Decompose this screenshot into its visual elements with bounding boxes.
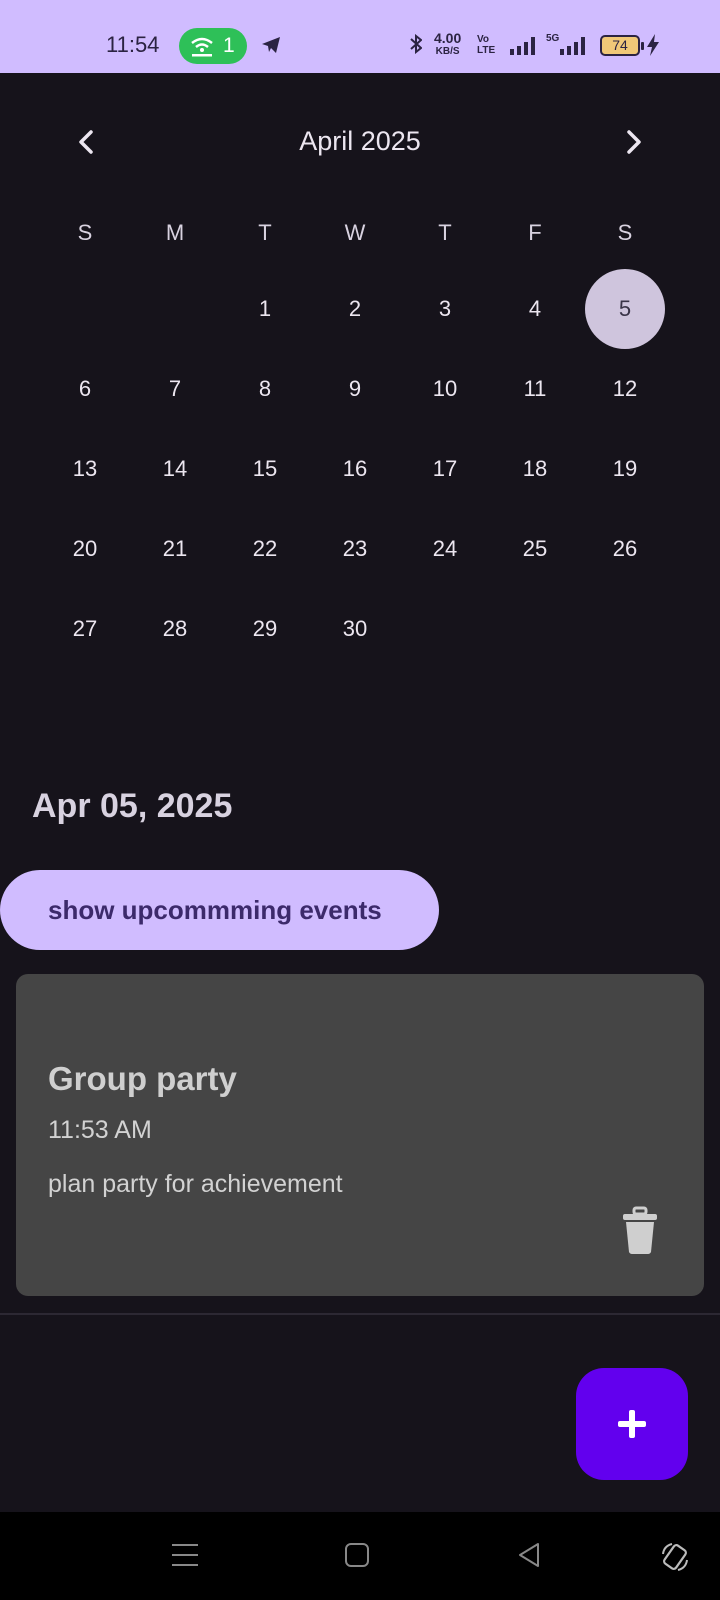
volte-indicator: Vo LTE	[477, 34, 495, 56]
plus-icon	[618, 1410, 646, 1438]
add-event-button[interactable]	[576, 1368, 688, 1480]
network-speed-value: 4.00	[434, 30, 462, 46]
day-cell[interactable]: 23	[315, 509, 395, 589]
weekday-label: T	[258, 220, 272, 245]
weekday-label: F	[528, 220, 542, 245]
day-cell[interactable]: 19	[585, 429, 665, 509]
day-cell[interactable]: 2	[315, 269, 395, 349]
day-cell[interactable]: 24	[405, 509, 485, 589]
day-cell[interactable]: 28	[135, 589, 215, 669]
home-icon[interactable]	[344, 1542, 370, 1568]
hotspot-count: 1	[223, 34, 235, 57]
day-cell[interactable]: 17	[405, 429, 485, 509]
day-cell[interactable]: 20	[45, 509, 125, 589]
hotspot-icon	[191, 37, 213, 57]
day-cell[interactable]: 7	[135, 349, 215, 429]
network-type: 5G	[546, 33, 560, 44]
event-title: Group party	[48, 1060, 237, 1097]
day-cell[interactable]: 21	[135, 509, 215, 589]
back-icon[interactable]	[516, 1542, 542, 1568]
day-cell[interactable]: 4	[495, 269, 575, 349]
menu-icon[interactable]	[172, 1542, 198, 1568]
day-cell[interactable]: 12	[585, 349, 665, 429]
day-cell[interactable]: 13	[45, 429, 125, 509]
day-cell[interactable]: 8	[225, 349, 305, 429]
day-cell[interactable]: 11	[495, 349, 575, 429]
day-cell-selected[interactable]: 5	[585, 269, 665, 349]
weekday-label: S	[77, 220, 93, 245]
event-time: 11:53 AM	[48, 1116, 152, 1144]
day-cell[interactable]: 16	[315, 429, 395, 509]
day-cell[interactable]: 9	[315, 349, 395, 429]
day-cell[interactable]: 29	[225, 589, 305, 669]
day-cell[interactable]: 1	[225, 269, 305, 349]
hotspot-pill: 1	[179, 28, 247, 64]
day-cell[interactable]: 18	[495, 429, 575, 509]
system-nav-bar	[0, 1512, 720, 1600]
day-cell[interactable]: 14	[135, 429, 215, 509]
battery-indicator: 74	[600, 35, 644, 56]
next-month-button[interactable]	[614, 122, 654, 162]
show-upcoming-events-button[interactable]: show upcommming events	[0, 870, 439, 950]
event-card[interactable]: Group party 11:53 AM plan party for achi…	[16, 974, 704, 1296]
charging-icon	[647, 34, 659, 56]
weekday-label: T	[438, 220, 452, 245]
event-description: plan party for achievement	[48, 1170, 343, 1198]
volte-bottom: LTE	[477, 45, 496, 56]
weekday-label: M	[165, 220, 185, 245]
month-title: April 2025	[299, 126, 421, 156]
weekday-label: W	[344, 220, 366, 245]
day-cell[interactable]: 6	[45, 349, 125, 429]
volte-top: Vo	[477, 34, 490, 45]
chevron-right-icon	[627, 130, 641, 154]
status-bar: 11:54 1 4.00 KB/S Vo LTE 5G 74	[0, 0, 720, 73]
day-cell[interactable]: 27	[45, 589, 125, 669]
bluetooth-icon	[410, 34, 422, 54]
divider	[0, 1313, 720, 1315]
weekday-label: S	[617, 220, 633, 245]
telegram-icon	[262, 37, 280, 53]
day-cell[interactable]: 15	[225, 429, 305, 509]
network-speed: 4.00 KB/S	[434, 30, 462, 58]
signal-icon-2	[560, 37, 585, 55]
day-cell[interactable]: 26	[585, 509, 665, 589]
day-cell[interactable]: 30	[315, 589, 395, 669]
day-cell[interactable]: 25	[495, 509, 575, 589]
rotate-icon[interactable]	[660, 1542, 690, 1572]
signal-icon	[510, 37, 535, 55]
trash-icon[interactable]	[620, 1206, 660, 1256]
day-cell[interactable]: 10	[405, 349, 485, 429]
day-cell[interactable]: 22	[225, 509, 305, 589]
day-cell[interactable]: 3	[405, 269, 485, 349]
status-time: 11:54	[106, 32, 160, 57]
show-upcoming-events-label: show upcommming events	[48, 894, 382, 925]
selected-date-heading: Apr 05, 2025	[32, 787, 233, 825]
network-speed-unit: KB/S	[435, 46, 460, 57]
